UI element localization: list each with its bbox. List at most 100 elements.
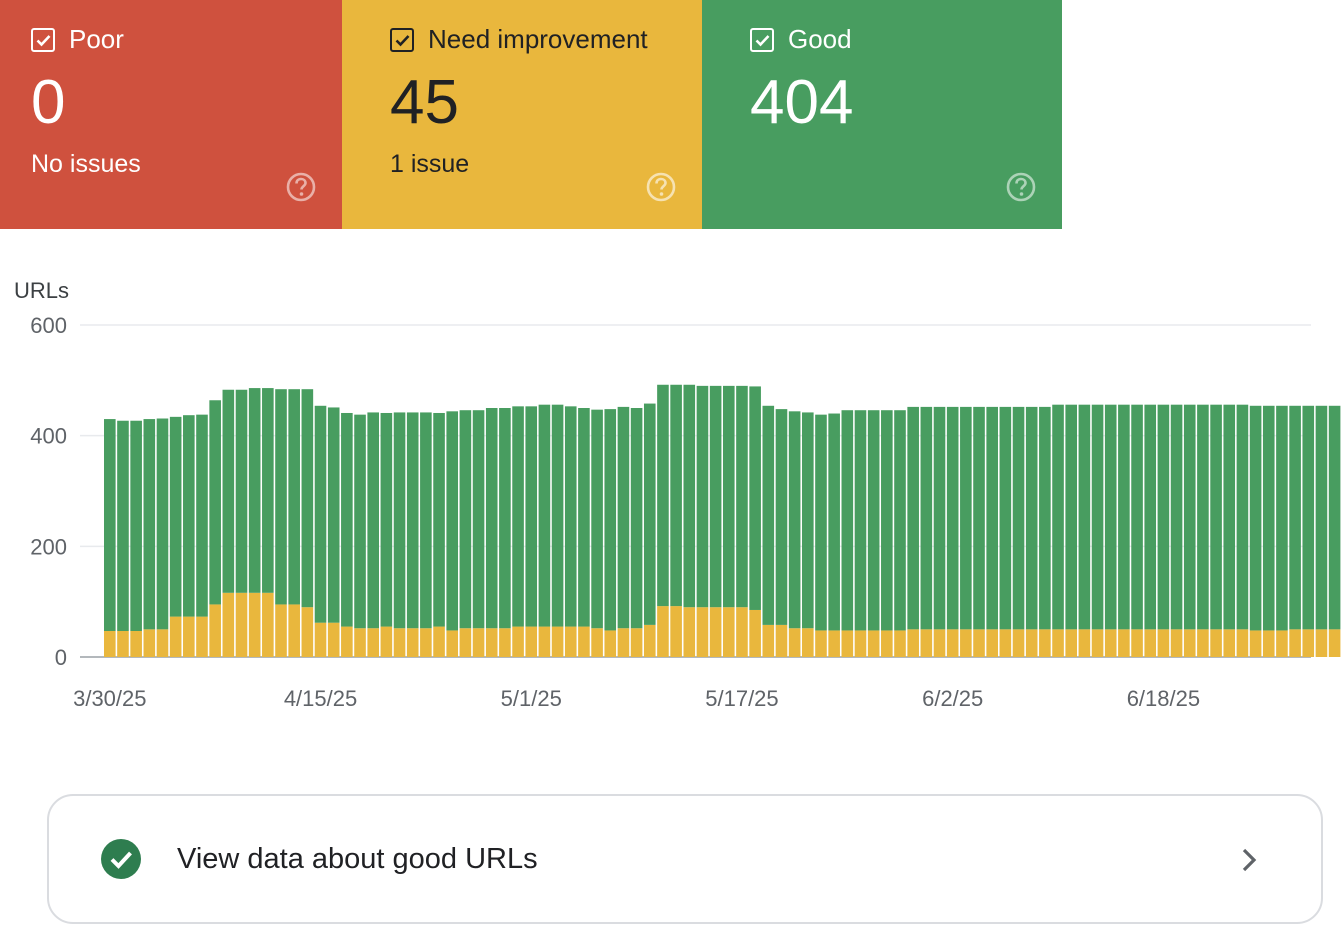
bar-segment[interactable] [196,616,208,657]
bar-segment[interactable] [854,410,867,631]
bar-segment[interactable] [815,630,827,657]
bar-segment[interactable] [1131,629,1143,657]
bar-segment[interactable] [433,626,445,657]
bar-segment[interactable] [1302,405,1315,630]
bar-segment[interactable] [222,389,235,593]
bar-segment[interactable] [854,630,867,657]
bar-segment[interactable] [1012,406,1025,630]
bar-segment[interactable] [183,616,195,657]
bar-segment[interactable] [130,420,142,631]
bar-segment[interactable] [894,410,906,631]
bar-segment[interactable] [986,629,998,657]
bar-segment[interactable] [275,389,287,605]
help-icon[interactable] [646,172,676,202]
help-icon[interactable] [286,172,316,202]
bar-segment[interactable] [591,628,603,657]
bar-segment[interactable] [262,592,274,657]
bar-segment[interactable] [183,415,195,617]
bar-segment[interactable] [1328,629,1341,657]
bar-segment[interactable] [1052,404,1064,630]
bar-segment[interactable] [1144,404,1157,630]
bar-segment[interactable] [1236,404,1249,630]
bar-segment[interactable] [104,630,116,657]
bar-segment[interactable] [1210,629,1222,657]
bar-segment[interactable] [1197,629,1209,657]
bar-segment[interactable] [933,406,946,630]
bar-segment[interactable] [288,604,300,657]
bar-segment[interactable] [604,630,617,657]
bar-segment[interactable] [920,406,933,630]
bar-segment[interactable] [1302,629,1315,657]
bar-segment[interactable] [169,616,182,657]
bar-segment[interactable] [1131,404,1143,630]
bar-segment[interactable] [459,628,472,657]
bar-segment[interactable] [736,607,748,657]
bar-segment[interactable] [301,389,314,608]
bar-segment[interactable] [499,408,511,629]
bar-segment[interactable] [525,626,538,657]
bar-segment[interactable] [248,388,261,593]
bar-segment[interactable] [209,400,221,605]
bar-segment[interactable] [512,626,524,657]
bar-segment[interactable] [788,628,801,657]
bar-segment[interactable] [1223,629,1236,657]
bar-segment[interactable] [1091,629,1104,657]
bar-segment[interactable] [1118,404,1130,630]
bar-segment[interactable] [907,406,919,630]
bar-segment[interactable] [973,406,985,630]
bar-segment[interactable] [578,408,590,627]
bar-segment[interactable] [367,628,379,657]
bar-segment[interactable] [169,416,182,617]
bar-segment[interactable] [1025,629,1038,657]
bar-segment[interactable] [117,420,129,631]
bar-segment[interactable] [1012,629,1025,657]
bar-segment[interactable] [472,628,485,657]
bar-segment[interactable] [762,624,775,657]
bar-segment[interactable] [999,629,1012,657]
bar-segment[interactable] [881,410,893,631]
bar-segment[interactable] [564,626,577,657]
bar-segment[interactable] [1328,405,1341,630]
bar-segment[interactable] [973,629,985,657]
bar-segment[interactable] [775,409,788,625]
bar-segment[interactable] [222,592,235,657]
bar-segment[interactable] [1223,404,1236,630]
bar-segment[interactable] [393,628,406,657]
bar-segment[interactable] [815,414,827,631]
bar-segment[interactable] [1262,405,1275,631]
card-poor[interactable]: Poor 0 No issues [0,0,342,229]
bar-segment[interactable] [894,630,906,657]
bar-segment[interactable] [1065,404,1078,630]
bar-segment[interactable] [446,411,459,631]
bar-segment[interactable] [301,607,314,657]
bar-segment[interactable] [960,406,972,630]
bar-segment[interactable] [1236,629,1249,657]
bar-segment[interactable] [485,408,498,629]
bar-segment[interactable] [327,622,340,657]
bar-segment[interactable] [709,385,722,608]
bar-segment[interactable] [1262,630,1275,657]
bar-segment[interactable] [946,406,959,630]
bar-segment[interactable] [156,629,169,657]
bar-segment[interactable] [1249,405,1262,631]
bar-segment[interactable] [538,404,551,627]
bar-segment[interactable] [670,384,682,607]
bar-segment[interactable] [275,604,287,657]
bar-segment[interactable] [420,628,432,657]
bar-segment[interactable] [841,630,854,657]
bar-segment[interactable] [499,628,511,657]
bar-segment[interactable] [999,406,1012,630]
bar-segment[interactable] [209,604,221,657]
bar-segment[interactable] [986,406,998,630]
bar-segment[interactable] [907,629,919,657]
bar-segment[interactable] [643,403,656,625]
bar-segment[interactable] [802,628,814,657]
bar-segment[interactable] [1183,629,1196,657]
bar-segment[interactable] [1276,405,1288,631]
bar-segment[interactable] [512,406,524,627]
bar-segment[interactable] [393,412,406,629]
bar-segment[interactable] [1039,629,1051,657]
bar-segment[interactable] [1315,629,1328,657]
bar-segment[interactable] [1065,629,1078,657]
bar-segment[interactable] [867,410,880,631]
